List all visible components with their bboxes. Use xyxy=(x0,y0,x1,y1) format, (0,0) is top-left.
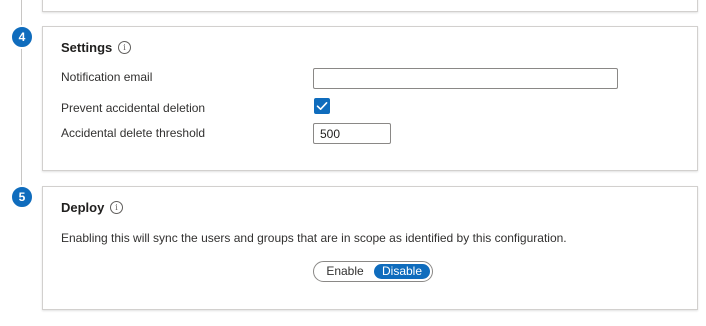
settings-title: Settings xyxy=(61,40,113,55)
toggle-disable-option[interactable]: Disable xyxy=(374,264,430,279)
toggle-enable-option[interactable]: Enable xyxy=(320,264,370,279)
deploy-description: Enabling this will sync the users and gr… xyxy=(61,231,567,245)
deploy-card: Deploy i Enabling this will sync the use… xyxy=(42,186,698,310)
deploy-title: Deploy xyxy=(61,200,105,215)
prevent-deletion-checkbox[interactable] xyxy=(314,98,330,114)
checkmark-icon xyxy=(316,102,328,110)
notification-email-input[interactable] xyxy=(313,68,618,89)
delete-threshold-input[interactable] xyxy=(313,123,391,144)
step-5-badge: 5 xyxy=(10,185,34,209)
deploy-toggle[interactable]: Enable Disable xyxy=(313,261,433,282)
previous-step-card xyxy=(42,0,698,12)
settings-info-icon[interactable]: i xyxy=(118,41,131,54)
notification-email-label: Notification email xyxy=(61,70,153,84)
prevent-deletion-label: Prevent accidental deletion xyxy=(61,101,206,115)
provisioning-settings-page: 4 Settings i Notification email Prevent … xyxy=(0,0,706,326)
step-4-badge: 4 xyxy=(10,25,34,49)
deploy-info-icon[interactable]: i xyxy=(110,201,123,214)
settings-card: Settings i Notification email Prevent ac… xyxy=(42,26,698,171)
delete-threshold-label: Accidental delete threshold xyxy=(61,126,206,140)
